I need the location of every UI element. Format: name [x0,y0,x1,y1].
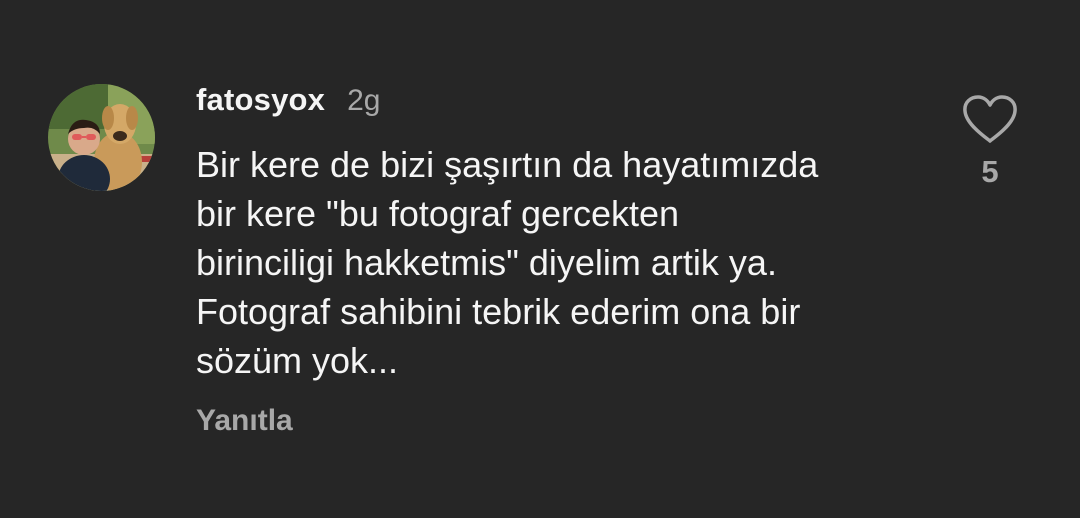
comment-header: fatosyox 2g [196,82,380,118]
avatar-image [48,84,155,191]
timestamp: 2g [347,84,381,117]
like-count[interactable]: 5 [960,154,1020,190]
reply-button[interactable]: Yanıtla [196,404,293,438]
username-link[interactable]: fatosyox [196,82,325,118]
comment-text: Bir kere de bizi şaşırtın da hayatımızda… [196,144,819,381]
like-control: 5 [960,94,1020,190]
comment-item: fatosyox 2g Bir kere de bizi şaşırtın da… [0,0,1080,518]
heart-outline-icon[interactable] [960,94,1020,146]
avatar[interactable] [48,84,155,191]
